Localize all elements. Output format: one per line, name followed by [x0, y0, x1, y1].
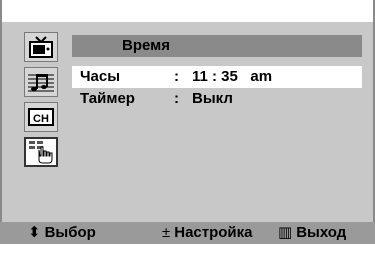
row-label: Таймер: [80, 90, 135, 107]
row-colon: :: [174, 90, 179, 107]
row-timer[interactable]: Таймер : Выкл: [72, 88, 362, 110]
settings-hand-icon[interactable]: [24, 137, 58, 167]
tv-icon[interactable]: [24, 32, 58, 62]
plus-minus-icon: ±: [162, 224, 171, 241]
channel-icon-text: CH: [33, 113, 49, 125]
hint-select: ⬍ Выбор: [28, 222, 96, 244]
channel-icon[interactable]: CH: [24, 102, 58, 132]
row-label: Часы: [80, 68, 121, 85]
menu-exit-icon: ▥: [278, 224, 293, 241]
menu-title: Время: [72, 35, 362, 57]
hint-bar: ⬍ Выбор ± Настройка ▥ Выход: [0, 222, 375, 244]
osd-screen: CH Время Часы : 11 : 35 am Таймер : Выкл…: [0, 0, 375, 263]
row-clock[interactable]: Часы : 11 : 35 am: [72, 66, 362, 88]
top-band: [0, 0, 375, 22]
hint-exit-label: Выход: [296, 224, 347, 241]
hint-select-label: Выбор: [44, 224, 96, 241]
bottom-band: [0, 244, 375, 263]
updown-arrows-icon: ⬍: [28, 224, 41, 241]
music-note-icon[interactable]: [24, 67, 58, 97]
row-value: 11 : 35 am: [192, 68, 273, 85]
hint-exit: ▥ Выход: [278, 222, 346, 244]
row-colon: :: [174, 68, 179, 85]
row-value: Выкл: [192, 90, 233, 107]
menu-icon-column: CH: [24, 32, 64, 172]
hint-adjust: ± Настройка: [162, 222, 253, 244]
hint-adjust-label: Настройка: [174, 224, 253, 241]
